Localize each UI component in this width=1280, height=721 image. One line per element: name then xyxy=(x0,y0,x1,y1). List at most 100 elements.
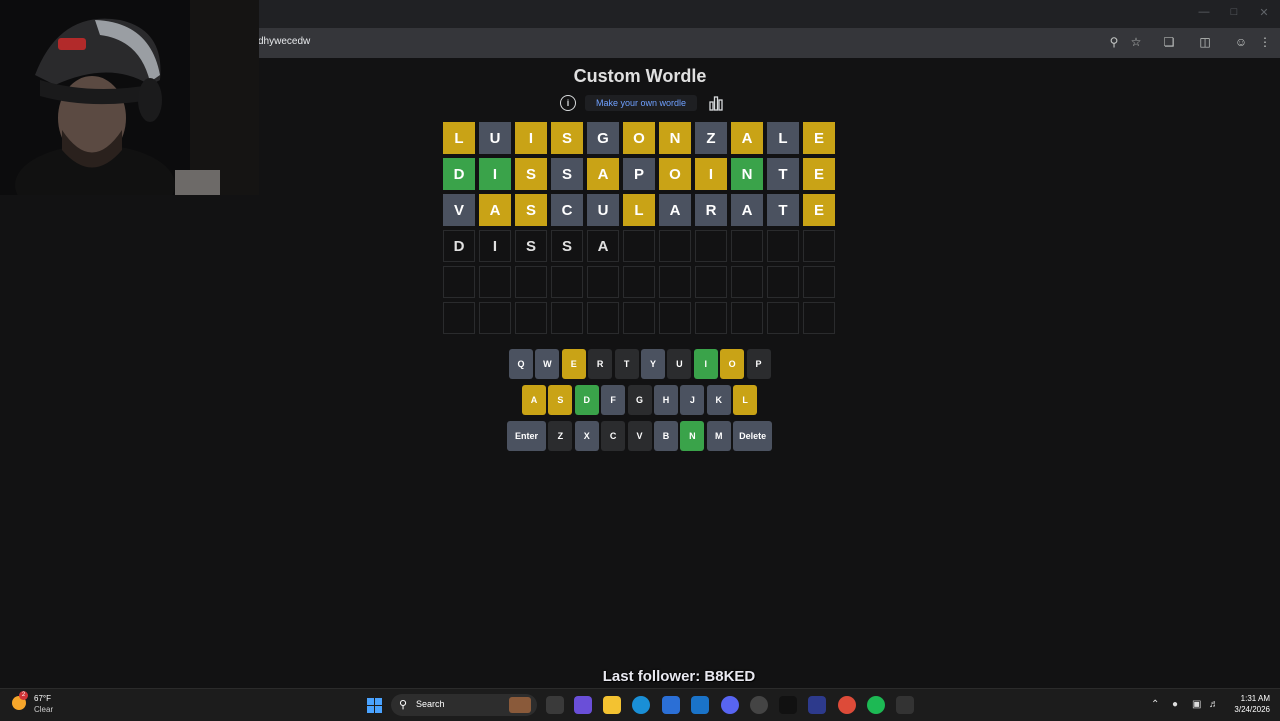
board-tile: S xyxy=(515,158,547,190)
board-tile: L xyxy=(623,194,655,226)
board-tile: V xyxy=(443,194,475,226)
board-tile xyxy=(695,302,727,334)
split-view-icon[interactable]: ◫ xyxy=(1197,34,1213,50)
key-y[interactable]: Y xyxy=(640,349,665,379)
restore-icon[interactable]: □ xyxy=(1224,6,1244,18)
steam-icon[interactable] xyxy=(750,696,768,714)
board-tile: U xyxy=(479,122,511,154)
board-tile xyxy=(623,266,655,298)
key-v[interactable]: V xyxy=(627,421,652,451)
board-tile: A xyxy=(479,194,511,226)
board-tile: T xyxy=(767,158,799,190)
extensions-icon[interactable]: ❏ xyxy=(1161,34,1177,50)
task-view-icon[interactable] xyxy=(546,696,564,714)
board-tile xyxy=(659,302,691,334)
board-tile: R xyxy=(695,194,727,226)
board-tile xyxy=(767,266,799,298)
board-tile xyxy=(767,230,799,262)
network-icon[interactable]: ▣ xyxy=(1192,699,1201,710)
key-w[interactable]: W xyxy=(535,349,560,379)
key-delete[interactable]: Delete xyxy=(733,421,773,451)
key-f[interactable]: F xyxy=(601,385,626,415)
board-tile: G xyxy=(587,122,619,154)
board-tile: I xyxy=(479,158,511,190)
key-j[interactable]: J xyxy=(680,385,705,415)
key-u[interactable]: U xyxy=(667,349,692,379)
tiktok-icon[interactable] xyxy=(779,696,797,714)
search-icon: ⚲ xyxy=(399,699,408,711)
key-q[interactable]: Q xyxy=(509,349,533,379)
clock[interactable]: 1:31 AM 3/24/2026 xyxy=(1226,693,1270,715)
board-tile xyxy=(443,266,475,298)
outlook-icon[interactable] xyxy=(691,696,709,714)
board-tile xyxy=(659,266,691,298)
stats-icon[interactable] xyxy=(708,95,724,111)
board-tile: Z xyxy=(695,122,727,154)
epic-games-icon[interactable] xyxy=(896,696,914,714)
weather-desc: Clear xyxy=(34,705,54,714)
info-icon[interactable]: i xyxy=(560,95,576,111)
chrome-icon[interactable] xyxy=(838,696,856,714)
taskbar-search[interactable]: ⚲ Search xyxy=(391,694,537,716)
key-a[interactable]: A xyxy=(522,385,546,415)
board-tile: N xyxy=(731,158,763,190)
board-tile: U xyxy=(587,194,619,226)
key-g[interactable]: G xyxy=(627,385,652,415)
file-explorer-icon[interactable] xyxy=(603,696,621,714)
board-tile: A xyxy=(731,194,763,226)
keyboard-row: ASDFGHJKL xyxy=(522,385,760,415)
board-tile: E xyxy=(803,194,835,226)
board-tile: I xyxy=(515,122,547,154)
spotify-icon[interactable] xyxy=(867,696,885,714)
board-tile: S xyxy=(551,230,583,262)
key-s[interactable]: S xyxy=(548,385,573,415)
board-tile: I xyxy=(479,230,511,262)
key-l[interactable]: L xyxy=(733,385,758,415)
copilot-icon[interactable] xyxy=(574,696,592,714)
board-tile: E xyxy=(803,158,835,190)
key-t[interactable]: T xyxy=(614,349,639,379)
store-icon[interactable] xyxy=(662,696,680,714)
board-row: DISSAPOINTE xyxy=(443,158,839,190)
microphone-icon[interactable]: ● xyxy=(1172,699,1178,710)
board-tile: O xyxy=(623,122,655,154)
keyboard-row: QWERTYUIOP xyxy=(509,349,773,379)
key-enter[interactable]: Enter xyxy=(507,421,546,451)
key-e[interactable]: E xyxy=(561,349,586,379)
key-n[interactable]: N xyxy=(680,421,705,451)
key-b[interactable]: B xyxy=(653,421,678,451)
discord-icon[interactable] xyxy=(721,696,739,714)
key-x[interactable]: X xyxy=(574,421,599,451)
board-tile xyxy=(731,266,763,298)
key-k[interactable]: K xyxy=(706,385,731,415)
key-h[interactable]: H xyxy=(653,385,678,415)
profile-icon[interactable]: ☺ xyxy=(1233,34,1249,50)
board-tile: S xyxy=(515,230,547,262)
bookmark-star-icon[interactable]: ☆ xyxy=(1128,34,1144,50)
chevron-up-icon[interactable]: ⌃ xyxy=(1151,699,1159,710)
key-i[interactable]: I xyxy=(693,349,718,379)
volume-icon[interactable]: ♬ xyxy=(1209,699,1219,710)
windows-start-icon[interactable] xyxy=(367,698,382,713)
close-icon[interactable]: ✕ xyxy=(1254,6,1274,19)
board-tile: S xyxy=(515,194,547,226)
app-icon[interactable] xyxy=(808,696,826,714)
menu-icon[interactable]: ⋮ xyxy=(1257,34,1273,50)
board-tile xyxy=(479,302,511,334)
minimize-icon[interactable]: — xyxy=(1194,6,1214,18)
key-z[interactable]: Z xyxy=(548,421,573,451)
key-o[interactable]: O xyxy=(720,349,745,379)
edge-icon[interactable] xyxy=(632,696,650,714)
key-d[interactable]: D xyxy=(574,385,599,415)
key-r[interactable]: R xyxy=(588,349,613,379)
make-your-own-link[interactable]: Make your own wordle xyxy=(585,95,697,111)
key-c[interactable]: C xyxy=(601,421,626,451)
board-tile xyxy=(731,302,763,334)
key-p[interactable]: P xyxy=(746,349,771,379)
zoom-icon[interactable]: ⚲ xyxy=(1106,34,1122,50)
key-m[interactable]: M xyxy=(706,421,731,451)
address-bar[interactable]: dhywecedw xyxy=(258,36,310,47)
board-tile xyxy=(731,230,763,262)
board-tile: O xyxy=(659,158,691,190)
board-tile xyxy=(803,230,835,262)
